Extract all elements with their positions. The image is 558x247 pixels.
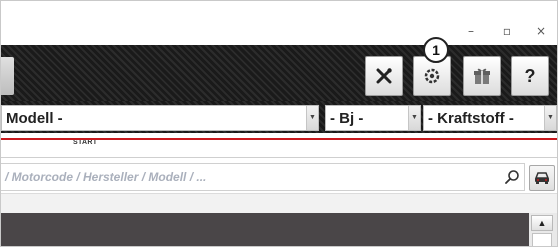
year-select-value: - Bj - [330,110,364,127]
maximize-button[interactable]: ▫ [495,21,519,41]
question-icon: ? [524,65,536,86]
vehicle-button[interactable] [529,165,555,191]
scroll-up-button[interactable]: ▲ [531,215,553,231]
chevron-down-icon[interactable]: ▼ [544,106,556,130]
fuel-select[interactable]: - Kraftstoff - ▼ [423,105,557,131]
scroll-thumb[interactable] [532,233,552,246]
search-icon[interactable] [504,169,520,185]
cog-refresh-icon [424,68,440,84]
vehicle-selector-row: Modell - ▼ - Bj - ▼ - Kraftstoff - ▼ [1,101,557,133]
tab-strip: START [1,133,557,157]
model-select-value: Modell - [6,110,63,127]
left-panel-tab[interactable] [1,57,14,95]
gift-icon [474,68,490,84]
content-area [1,213,529,246]
callout-marker: 1 [423,37,449,63]
chevron-down-icon[interactable]: ▼ [408,106,420,130]
close-button[interactable]: × [529,21,553,41]
divider [1,157,557,158]
model-select[interactable]: Modell - ▼ [1,105,319,131]
accent-divider [1,138,557,140]
search-placeholder: / Motorcode / Hersteller / Modell / ... [5,170,207,184]
chevron-down-icon[interactable]: ▼ [306,106,318,130]
tab-start[interactable]: START [73,139,97,146]
search-input[interactable]: / Motorcode / Hersteller / Modell / ... [1,163,525,191]
year-select[interactable]: - Bj - ▼ [325,105,421,131]
wrench-screwdriver-icon [376,68,392,84]
gift-button[interactable] [463,56,501,96]
fuel-select-value: - Kraftstoff - [428,110,514,127]
content-header [1,193,557,213]
app-window: – ▫ × ? 1 Modell - ▼ - Bj - ▼ - Kraftsto… [0,0,558,247]
car-icon [534,172,550,184]
help-button[interactable]: ? [511,56,549,96]
minimize-button[interactable]: – [459,21,483,41]
title-bar: – ▫ × [1,1,557,45]
tools-button[interactable] [365,56,403,96]
main-toolbar: ? [1,45,557,101]
search-row: / Motorcode / Hersteller / Modell / ... [1,161,557,193]
